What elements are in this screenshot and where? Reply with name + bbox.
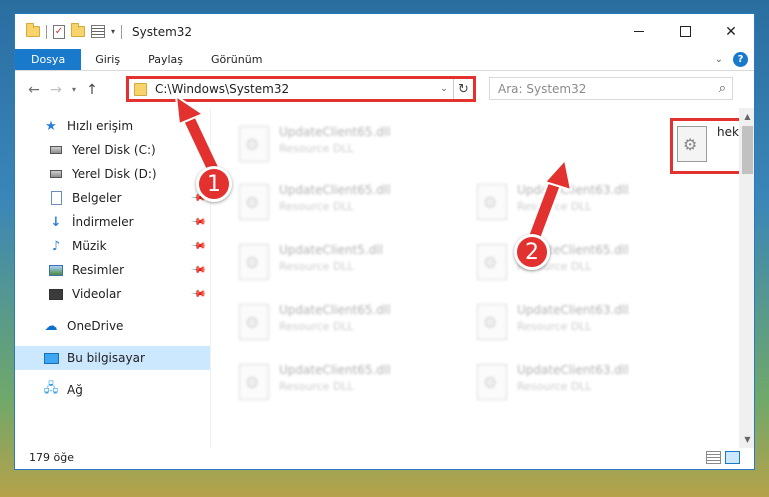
annotation-overlay (174, 93, 573, 252)
step-1-badge: 1 (196, 166, 232, 202)
annotation-arrow-2 (524, 157, 573, 252)
step-2-badge: 2 (514, 234, 550, 270)
